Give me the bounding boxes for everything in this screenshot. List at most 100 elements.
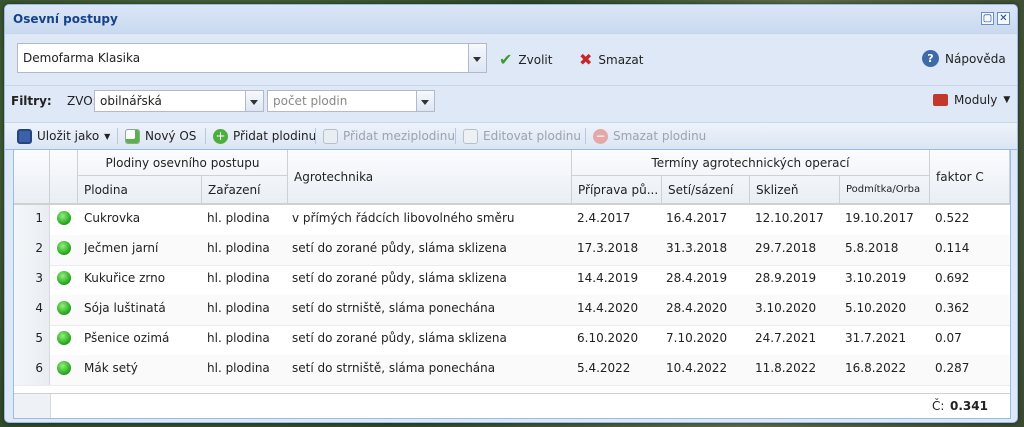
add-intercrop-button[interactable]: Přidat meziplodinu (323, 127, 455, 145)
cell-sow: 10.4.2022 (666, 361, 728, 375)
cell-sub: 19.10.2017 (845, 211, 914, 225)
header-harvest[interactable]: Sklizeň (750, 176, 840, 204)
modules-label: Moduly (954, 93, 998, 107)
header-sow[interactable]: Setí/sázení (662, 176, 750, 204)
cell-c: 0.362 (935, 301, 970, 315)
delete-crop-button[interactable]: − Smazat plodinu (593, 127, 706, 145)
cell-crop: Sója luštinatá (84, 301, 166, 315)
add-icon: + (213, 128, 228, 144)
chevron-down-icon[interactable] (245, 91, 263, 111)
maximize-icon[interactable]: ▢ (981, 12, 994, 25)
zvo-select[interactable]: obilnářská (94, 90, 264, 112)
window-titlebar: Osevní postupy ▢ ✕ (5, 5, 1017, 34)
cell-agro: setí do zorané půdy, sláma sklizena (292, 271, 507, 285)
grid-toolbar: Uložit jako ▼ Nový OS + Přidat plodinu P… (5, 122, 1017, 150)
status-dot-icon (57, 361, 71, 375)
divider (5, 85, 1017, 86)
rotation-select[interactable]: Demofarma Klasika (17, 43, 487, 73)
cell-agro: setí do strniště, sláma ponechána (292, 361, 496, 375)
chevron-down-icon[interactable] (468, 44, 486, 72)
cell-sub: 16.8.2022 (845, 361, 907, 375)
status-dot-icon (57, 331, 71, 345)
cell-crop: Pšenice ozimá (84, 331, 170, 345)
toolbox-icon (933, 94, 948, 106)
cell-c: 0.522 (935, 211, 970, 225)
crop-count-placeholder: počet plodin (273, 94, 348, 108)
toolbar-separator (585, 128, 586, 144)
chevron-down-icon: ▼ (1003, 95, 1011, 105)
table-row[interactable]: 6 Mák setý hl. plodina setí do strniště, sl… (14, 355, 1010, 386)
header-prep[interactable]: Příprava pů... (572, 176, 662, 204)
zvo-select-value: obilnářská (100, 94, 162, 108)
help-label: Nápověda (945, 51, 1006, 66)
footer-c-value: 0.341 (950, 399, 988, 413)
chevron-down-icon: ▼ (104, 131, 111, 141)
cell-agro: setí do zorané půdy, sláma sklizena (292, 331, 507, 345)
row-number: 1 (14, 205, 50, 235)
cell-sow: 28.4.2019 (666, 271, 728, 285)
save-as-button[interactable]: Uložit jako ▼ (17, 127, 110, 145)
chevron-down-icon[interactable] (416, 91, 434, 111)
toolbar-separator (117, 128, 118, 144)
header-crop[interactable]: Plodina (78, 176, 202, 204)
cell-cls: hl. plodina (207, 211, 270, 225)
choose-button[interactable]: ✔ Zvolit (499, 50, 552, 69)
row-number: 6 (14, 355, 50, 385)
status-dot-icon (57, 271, 71, 285)
new-os-label: Nový OS (145, 129, 197, 143)
toolbar-separator (455, 128, 456, 144)
header-factor-c[interactable]: faktor C (930, 150, 1010, 204)
cell-sub: 3.10.2019 (845, 271, 907, 285)
rotation-select-value: Demofarma Klasika (23, 51, 141, 65)
header-stubble[interactable]: Podmítka/Orba (840, 176, 930, 204)
header-class[interactable]: Zařazení (202, 176, 288, 204)
cell-sow: 7.10.2020 (666, 331, 728, 345)
table-row[interactable]: 5 Pšenice ozimá hl. plodina setí do zorané … (14, 325, 1010, 356)
table-row[interactable]: 1 Cukrovka hl. plodina v přímých řádcích li… (14, 205, 1010, 236)
cell-c: 0.07 (935, 331, 962, 345)
delete-button[interactable]: ✖ Smazat (579, 50, 643, 69)
cell-cls: hl. plodina (207, 241, 270, 255)
table-row[interactable]: 2 Ječmen jarní hl. plodina setí do zorané p… (14, 235, 1010, 266)
row-number: 2 (14, 235, 50, 265)
cell-harvest: 3.10.2020 (755, 301, 817, 315)
footer-rownum (14, 394, 51, 418)
cell-prep: 2.4.2017 (577, 211, 631, 225)
crop-rotation-window: Osevní postupy ▢ ✕ Demofarma Klasika ✔ Z… (4, 4, 1018, 423)
header-agrotech[interactable]: Agrotechnika (288, 150, 572, 204)
cell-harvest: 29.7.2018 (755, 241, 817, 255)
cell-cls: hl. plodina (207, 271, 270, 285)
cell-sub: 5.8.2018 (845, 241, 899, 255)
cell-c: 0.692 (935, 271, 970, 285)
cell-harvest: 24.7.2021 (755, 331, 817, 345)
close-icon[interactable]: ✕ (997, 12, 1010, 25)
row-number: 4 (14, 295, 50, 325)
new-os-button[interactable]: Nový OS (125, 127, 196, 145)
table-row[interactable]: 4 Sója luštinatá hl. plodina setí do strniš… (14, 295, 1010, 326)
crop-count-select[interactable]: počet plodin (267, 90, 435, 112)
add-intercrop-icon (323, 128, 338, 144)
cell-sub: 31.7.2021 (845, 331, 907, 345)
toolbar-separator (205, 128, 206, 144)
crop-grid: Plodiny osevního postupu Plodina Zařazen… (13, 149, 1011, 419)
edit-crop-button[interactable]: Editovat plodinu (463, 127, 581, 145)
cell-harvest: 28.9.2019 (755, 271, 817, 285)
add-crop-button[interactable]: + Přidat plodinu (213, 127, 316, 145)
cell-crop: Cukrovka (84, 211, 141, 225)
grid-footer: Č: 0.341 (14, 393, 1010, 418)
row-number: 5 (14, 325, 50, 355)
status-header (50, 150, 78, 204)
cell-cls: hl. plodina (207, 331, 270, 345)
cell-agro: setí do zorané půdy, sláma sklizena (292, 241, 507, 255)
cell-sow: 16.4.2017 (666, 211, 728, 225)
table-row[interactable]: 3 Kukuřice zrno hl. plodina setí do zorané … (14, 265, 1010, 296)
cell-crop: Ječmen jarní (84, 241, 159, 255)
delete-label: Smazat (598, 52, 644, 67)
help-button[interactable]: ? Nápověda (922, 50, 1006, 67)
cell-crop: Kukuřice zrno (84, 271, 166, 285)
cell-harvest: 11.8.2022 (755, 361, 817, 375)
header-crops-group: Plodiny osevního postupu (78, 150, 288, 176)
cell-prep: 5.4.2022 (577, 361, 631, 375)
modules-button[interactable]: Moduly ▼ (933, 93, 1010, 107)
save-as-label: Uložit jako (37, 129, 100, 143)
